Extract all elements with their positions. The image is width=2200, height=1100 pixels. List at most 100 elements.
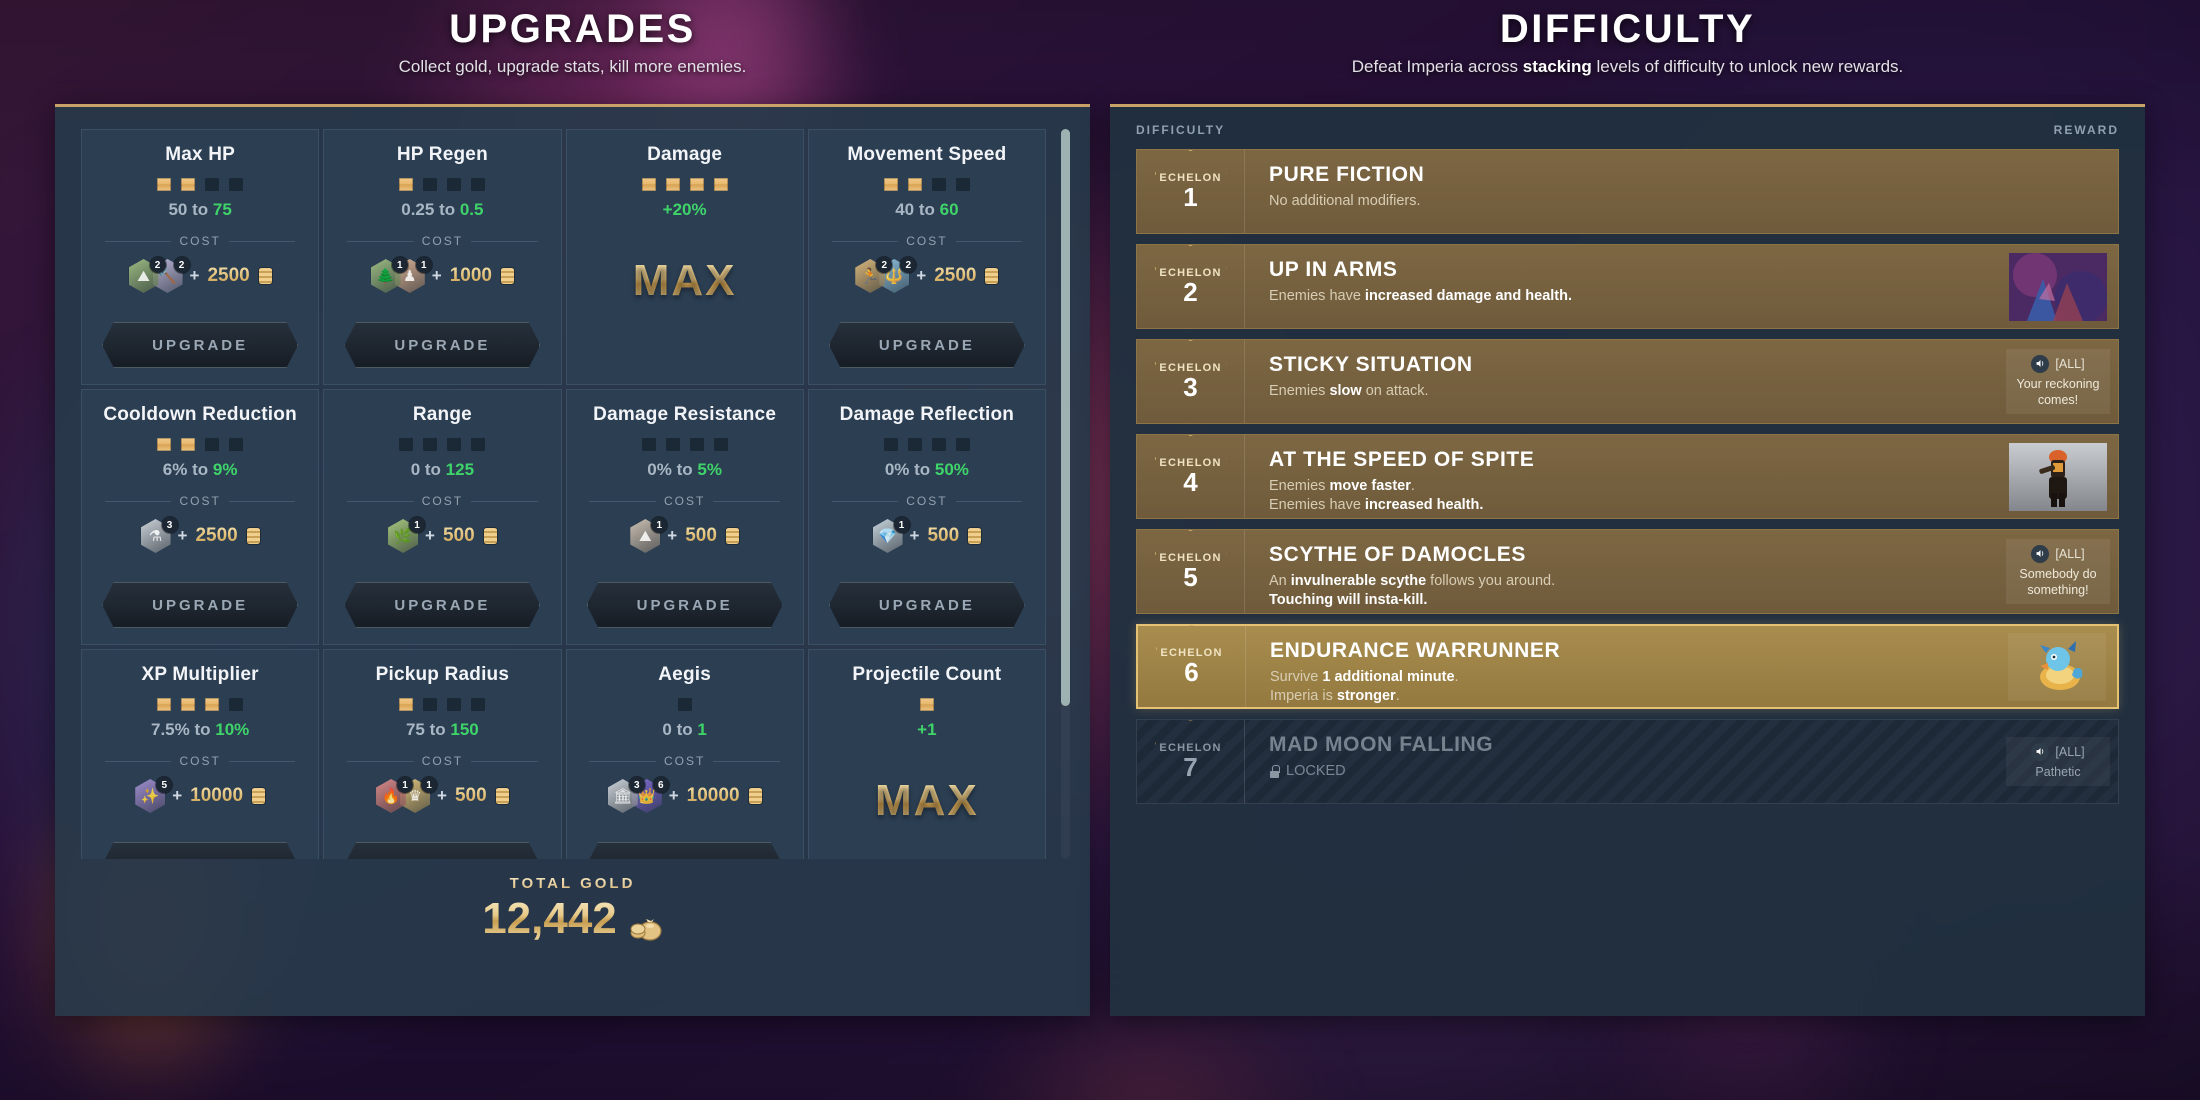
upgrade-cost-label-text: COST — [663, 494, 706, 508]
speaker-icon — [2031, 354, 2050, 373]
upgrades-grid: Max HP 50 to 75 COST ⛰ 2 🔨 2 +2500 UPGRADE HP Reg… — [81, 129, 1046, 859]
upgrade-value-from: 50 — [168, 200, 188, 219]
echelon-body: SCYTHE OF DAMOCLES An invulnerable scythe… — [1245, 530, 1998, 613]
upgrade-value-delta: 40 to 60 — [895, 200, 958, 220]
upgrade-cost-row: 💎 1 +500 — [872, 517, 982, 554]
desc-bold: invulnerable scythe — [1290, 573, 1427, 589]
upgrade-button[interactable]: UPGRADE — [828, 322, 1025, 368]
desc-post: follows you around. — [1426, 573, 1556, 589]
voice-tag: [ALL] — [2055, 356, 2085, 371]
upgrade-card-title: Aegis — [658, 664, 711, 685]
echelon-name: AT THE SPEED OF SPITE — [1269, 448, 1535, 471]
voice-tag: [ALL] — [2055, 546, 2085, 561]
material-icon: 🏃 2 — [855, 257, 893, 293]
pip-filled — [907, 178, 922, 191]
pip-filled — [883, 178, 898, 191]
upgrade-level-pips — [399, 178, 486, 192]
upgrade-cost-label-text: COST — [179, 494, 221, 508]
echelon-row[interactable]: ECHELON 4 AT THE SPEED OF SPITE Enemies mov… — [1136, 434, 2119, 519]
difficulty-subtitle-post: levels of difficulty to unlock new rewar… — [1591, 57, 1904, 76]
desc-pre: No additional modifiers. — [1269, 193, 1421, 209]
upgrade-card-title: Damage — [647, 144, 723, 165]
upgrade-card: Damage Resistance 0% to 5% COST ⛰ 1 +500 UPGRA… — [565, 389, 804, 645]
echelon-description-line: No additional modifiers. — [1269, 192, 1998, 211]
upgrade-level-pips — [883, 178, 970, 192]
upgrade-card: Cooldown Reduction 6% to 9% COST ⚗ 3 +2500 UPG… — [81, 389, 320, 645]
upgrade-cost-row: ⚗ 3 +2500 — [140, 517, 260, 554]
upgrade-level-pips — [399, 438, 486, 452]
material-count: 2 — [900, 257, 917, 273]
total-gold-amount: 12,442 — [482, 894, 663, 944]
upgrade-value-delta: 0 to 1 — [662, 720, 706, 740]
echelon-row[interactable]: ECHELON 1 PURE FICTION No additional modifi… — [1136, 149, 2119, 234]
upgrade-card-title: Pickup Radius — [375, 664, 510, 685]
echelon-description-line: Imperia is stronger. — [1270, 687, 1997, 706]
upgrade-cost-row: 🌿 1 +500 — [388, 517, 497, 554]
pip-empty — [423, 178, 438, 191]
echelon-name: PURE FICTION — [1269, 163, 1425, 186]
upgrade-card-title: Range — [412, 404, 472, 425]
difficulty-panel: DIFFICULTY REWARD ECHELON 1 PURE FICTION No… — [1110, 104, 2145, 1016]
echelon-badge: ECHELON 4 — [1137, 434, 1245, 519]
desc-bold: increased health. — [1364, 496, 1484, 513]
echelon-row[interactable]: ECHELON 5 SCYTHE OF DAMOCLES An invulnerabl… — [1136, 529, 2119, 614]
upgrade-button[interactable]: UPGRADE — [586, 582, 783, 628]
cost-plus-sign: + — [668, 786, 679, 805]
upgrade-value-delta: 50 to 75 — [168, 200, 231, 220]
upgrade-cost-label: COST — [347, 494, 537, 508]
pip-filled — [157, 438, 172, 451]
upgrade-value-from: 7.5% — [150, 720, 190, 739]
upgrade-button[interactable]: UPGRADE — [102, 582, 299, 628]
echelon-name: STICKY SITUATION — [1269, 353, 1473, 376]
pip-empty — [931, 438, 946, 451]
upgrade-button[interactable]: UPGRADE — [828, 582, 1025, 628]
speaker-icon — [2031, 742, 2050, 761]
upgrade-button[interactable]: UPGRADE — [102, 322, 299, 368]
upgrade-button[interactable]: UPGRADE — [344, 322, 541, 368]
upgrade-button[interactable]: UPGRADE — [586, 842, 783, 859]
difficulty-subtitle-bold: stacking — [1522, 57, 1592, 76]
material-icon: 🔥 1 — [376, 777, 414, 813]
desc-post: on attack. — [1361, 383, 1429, 399]
upgrade-level-pips — [157, 698, 244, 712]
upgrade-button[interactable]: UPGRADE — [344, 582, 541, 628]
upgrade-value-separator: to — [187, 460, 213, 479]
upgrade-value-from: 0% — [647, 460, 672, 479]
material-count: 1 — [397, 777, 414, 793]
upgrade-button[interactable]: UPGRADE — [102, 842, 299, 859]
desc-bold: 1 additional minute — [1322, 669, 1455, 685]
gold-coin-icon — [246, 528, 260, 544]
upgrade-cost-label: COST — [589, 754, 779, 768]
pip-empty — [447, 698, 462, 711]
pip-empty — [229, 178, 244, 191]
upgrade-maxed-label: MAX — [874, 776, 979, 825]
pip-empty — [713, 438, 728, 451]
upgrade-button[interactable]: UPGRADE — [344, 842, 541, 859]
upgrade-cost-label: COST — [105, 754, 295, 768]
desc-pre: Imperia is — [1270, 687, 1337, 704]
desc-bold: move faster — [1329, 478, 1411, 494]
upgrades-scroll-area[interactable]: Max HP 50 to 75 COST ⛰ 2 🔨 2 +2500 UPGRADE HP Reg… — [81, 129, 1046, 859]
upgrade-value-separator: to — [189, 720, 216, 739]
upgrade-card: HP Regen 0.25 to 0.5 COST 🌲 1 ♟ 1 +1000 UPGRADE — [323, 129, 562, 385]
echelon-locked-status: LOCKED — [1269, 762, 1998, 781]
difficulty-header: DIFFICULTY Defeat Imperia across stackin… — [1110, 8, 2145, 77]
echelon-badge: ECHELON 6 — [1138, 624, 1246, 709]
pip-filled — [689, 178, 704, 191]
echelon-row[interactable]: ECHELON 2 UP IN ARMS Enemies have increased… — [1136, 244, 2119, 329]
upgrade-value-delta: 0% to 50% — [885, 460, 969, 480]
upgrades-subtitle: Collect gold, upgrade stats, kill more e… — [398, 57, 747, 76]
upgrade-level-pips — [157, 438, 244, 452]
upgrade-maxed-label: MAX — [632, 256, 737, 305]
echelon-row[interactable]: ECHELON 3 STICKY SITUATION Enemies slow on … — [1136, 339, 2119, 424]
echelon-row[interactable]: ECHELON 6 ENDURANCE WARRUNNER Survive 1 add… — [1136, 624, 2119, 709]
desc-bold: Touching will insta-kill. — [1269, 591, 1428, 608]
upgrade-value-separator: to — [671, 460, 698, 479]
pip-empty — [229, 698, 244, 711]
upgrades-scrollbar[interactable] — [1061, 129, 1070, 859]
upgrades-scrollbar-thumb[interactable] — [1061, 129, 1070, 706]
echelon-badge-text: ECHELON 2 — [1159, 267, 1221, 306]
echelon-description-line: Survive 1 additional minute. — [1270, 668, 1997, 687]
pip-filled — [157, 698, 172, 711]
echelon-row[interactable]: ECHELON 7 MAD MOON FALLING LOCKED [ALL] Pathe… — [1136, 719, 2119, 804]
